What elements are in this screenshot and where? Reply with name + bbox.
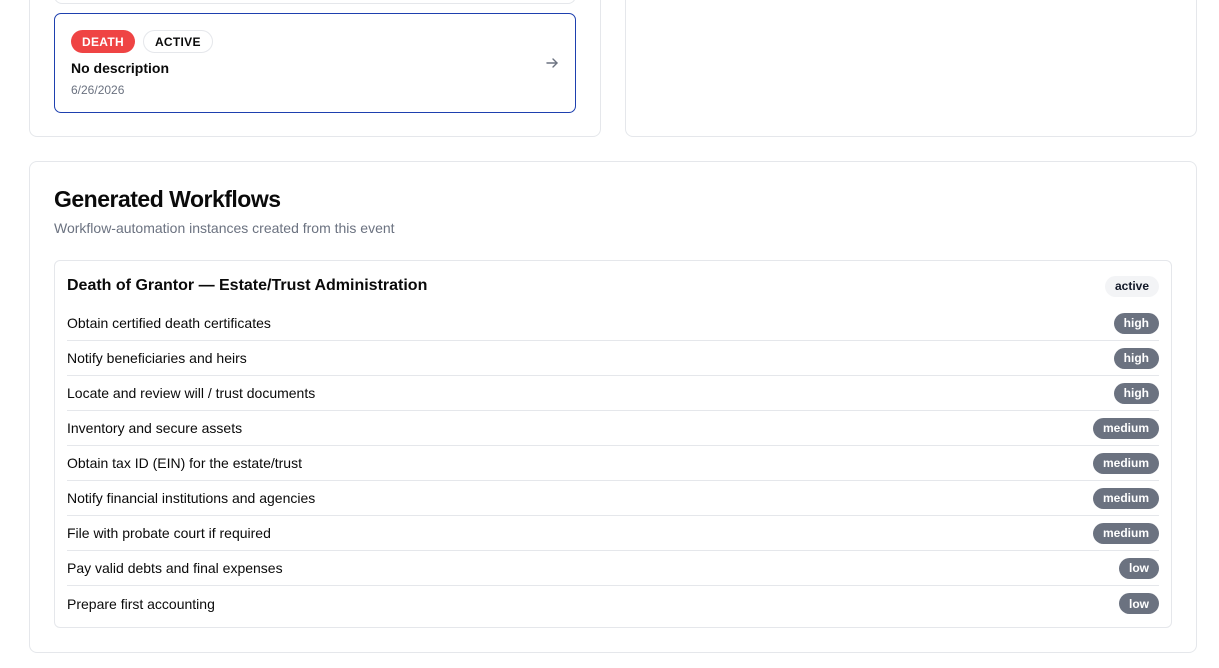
task-row[interactable]: Obtain certified death certificates high <box>67 306 1159 341</box>
task-row[interactable]: Prepare first accounting low <box>67 586 1159 621</box>
side-panel-card <box>625 0 1197 137</box>
arrow-right-icon[interactable] <box>545 56 559 70</box>
task-row[interactable]: Inventory and secure assets medium <box>67 411 1159 446</box>
priority-badge: medium <box>1092 487 1159 509</box>
priority-badge: high <box>1113 312 1159 334</box>
priority-badge: low <box>1119 593 1159 614</box>
priority-badge: medium <box>1092 522 1159 544</box>
generated-workflows-card: Generated Workflows Workflow-automation … <box>29 161 1197 653</box>
workflow-name: Death of Grantor — Estate/Trust Administ… <box>67 277 428 294</box>
previous-event-card[interactable] <box>54 0 576 4</box>
priority-badge: low <box>1119 557 1159 579</box>
task-label: Notify beneficiaries and heirs <box>67 350 247 366</box>
priority-badge: high <box>1113 347 1159 369</box>
task-label: Prepare first accounting <box>67 595 215 612</box>
task-label: Pay valid debts and final expenses <box>67 560 283 576</box>
task-label: Notify financial institutions and agenci… <box>67 490 316 506</box>
task-label: File with probate court if required <box>67 525 271 541</box>
priority-badge: medium <box>1092 452 1159 474</box>
priority-badge: medium <box>1092 417 1159 439</box>
priority-badge: high <box>1113 382 1159 404</box>
task-row[interactable]: Obtain tax ID (EIN) for the estate/trust… <box>67 446 1159 481</box>
workflow-status-badge: active <box>1104 275 1159 297</box>
task-row[interactable]: File with probate court if required mediu… <box>67 516 1159 551</box>
task-row[interactable]: Locate and review will / trust documents… <box>67 376 1159 411</box>
events-card: DEATH ACTIVE No description 6/26/2026 <box>29 0 601 137</box>
task-list: Obtain certified death certificates high N… <box>67 306 1159 621</box>
event-card-selected[interactable]: DEATH ACTIVE No description 6/26/2026 <box>54 13 576 113</box>
event-status-badge: ACTIVE <box>142 30 213 53</box>
workflow-instance: Death of Grantor — Estate/Trust Administ… <box>54 260 1172 628</box>
task-row[interactable]: Notify financial institutions and agenci… <box>67 481 1159 516</box>
event-date: 6/26/2026 <box>71 83 125 97</box>
task-label: Obtain certified death certificates <box>67 315 271 331</box>
event-type-badge: DEATH <box>71 30 135 53</box>
task-row[interactable]: Pay valid debts and final expenses low <box>67 551 1159 586</box>
task-label: Inventory and secure assets <box>67 420 243 436</box>
section-subtitle: Workflow-automation instances created fr… <box>54 220 395 236</box>
workflow-header: Death of Grantor — Estate/Trust Administ… <box>67 275 1159 297</box>
task-row[interactable]: Notify beneficiaries and heirs high <box>67 341 1159 376</box>
task-label: Locate and review will / trust documents <box>67 385 316 401</box>
event-description: No description <box>71 60 170 76</box>
section-title: Generated Workflows <box>54 186 281 212</box>
task-label: Obtain tax ID (EIN) for the estate/trust <box>67 455 302 471</box>
